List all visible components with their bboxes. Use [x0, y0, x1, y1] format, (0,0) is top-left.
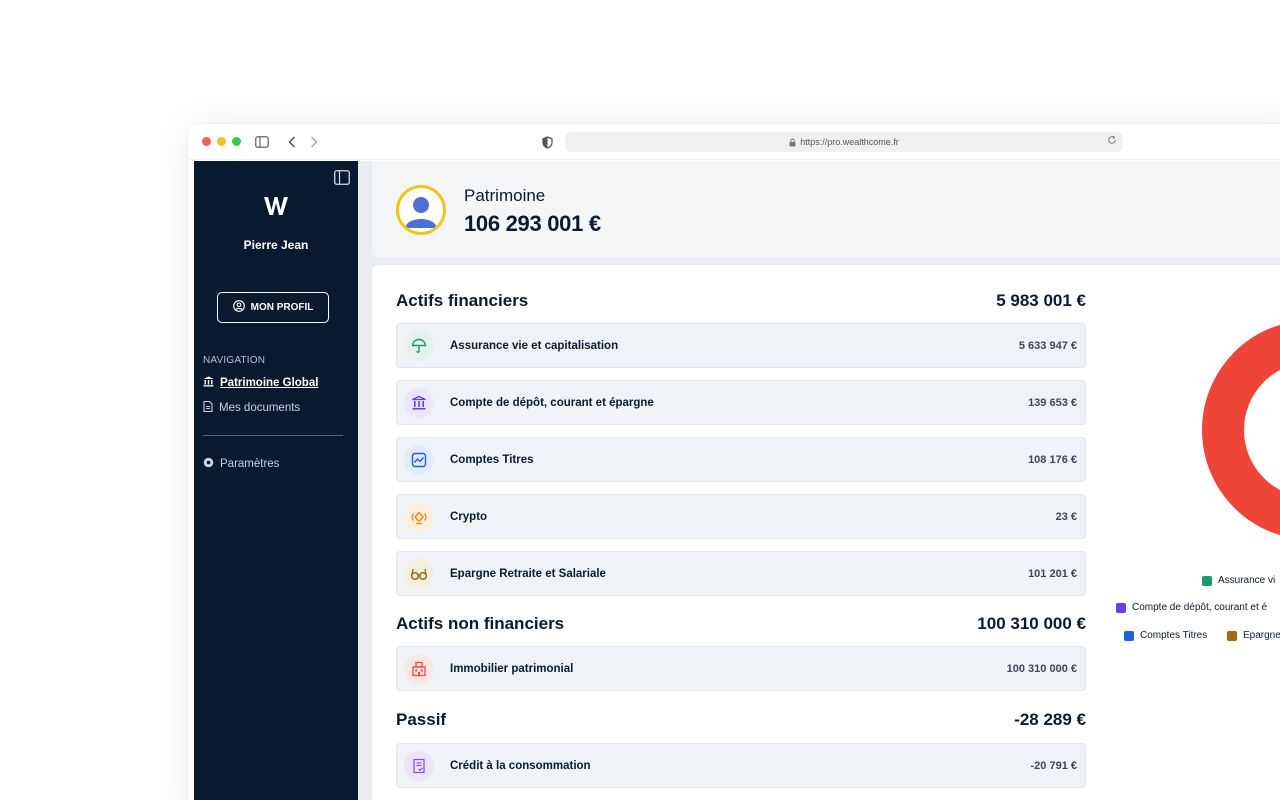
glasses-icon: [404, 558, 434, 589]
section-title: Actifs non financiers: [396, 614, 565, 633]
main-content: Patrimoine 106 293 001 € Actifs financie…: [358, 161, 1280, 800]
chart-icon: [404, 444, 434, 475]
row-label: Compte de dépôt, courant et épargne: [450, 396, 654, 409]
gear-icon: [203, 457, 214, 471]
browser-toolbar: https://pro.wealthcome.fr: [188, 124, 1280, 160]
patrimoine-header: Patrimoine 106 293 001 €: [372, 161, 1280, 257]
sidebar-item-label: Patrimoine Global: [220, 377, 319, 389]
url-text: https://pro.wealthcome.fr: [800, 137, 899, 147]
row-label: Assurance vie et capitalisation: [450, 339, 619, 352]
row-value: 100 310 000 €: [1006, 662, 1077, 675]
asset-row-epargne-retraite[interactable]: Epargne Retraite et Salariale 101 201 €: [396, 551, 1086, 596]
maximize-window-button[interactable]: [232, 137, 241, 146]
building-icon: [404, 653, 434, 684]
legend-label: Compte de dépôt, courant et é: [1132, 602, 1268, 613]
sidebar-toggle-icon[interactable]: [254, 134, 270, 150]
navigation-heading: NAVIGATION: [203, 355, 266, 366]
my-profile-button[interactable]: MON PROFIL: [217, 292, 329, 323]
legend-swatch: [1124, 630, 1134, 641]
row-label: Crypto: [450, 510, 488, 523]
section-total: -28 289 €: [1014, 710, 1086, 729]
section-title: Passif: [396, 710, 447, 729]
logo-w-icon: [264, 197, 288, 215]
lock-icon: [789, 138, 796, 147]
patrimoine-total: 106 293 001 €: [464, 211, 601, 236]
asset-row-immobilier[interactable]: Immobilier patrimonial 100 310 000 €: [396, 646, 1086, 691]
assets-card: Actifs financiers 5 983 001 € Assurance …: [372, 265, 1280, 800]
asset-row-assurance-vie[interactable]: Assurance vie et capitalisation 5 633 94…: [396, 323, 1086, 368]
sidebar-item-mes-documents[interactable]: Mes documents: [203, 400, 301, 415]
legend-item-titres: Comptes Titres: [1124, 630, 1207, 641]
section-header-financial: Actifs financiers 5 983 001 €: [396, 291, 1086, 311]
window-controls: [202, 137, 241, 146]
user-avatar-icon: [405, 197, 437, 228]
legend-item-compte: Compte de dépôt, courant et é: [1116, 602, 1267, 613]
bank-icon: [404, 387, 434, 418]
address-bar[interactable]: https://pro.wealthcome.fr: [565, 132, 1123, 152]
row-label: Crédit à la consommation: [450, 759, 591, 772]
section-title: Actifs financiers: [396, 291, 529, 310]
sidebar-item-patrimoine-global[interactable]: Patrimoine Global: [203, 376, 318, 390]
donut-slice-immobilier[interactable]: [1202, 324, 1280, 536]
crypto-icon: [404, 501, 434, 532]
row-value: 108 176 €: [1028, 453, 1077, 466]
row-label: Immobilier patrimonial: [450, 662, 574, 675]
row-value: 23 €: [1055, 510, 1077, 523]
collapse-sidebar-icon[interactable]: [334, 170, 350, 190]
asset-row-comptes-titres[interactable]: Comptes Titres 108 176 €: [396, 437, 1086, 482]
asset-row-crypto[interactable]: Crypto 23 €: [396, 494, 1086, 539]
forward-icon[interactable]: [306, 134, 322, 150]
sidebar: Pierre Jean MON PROFIL NAVIGATION Patrim…: [194, 161, 358, 800]
my-profile-label: MON PROFIL: [250, 302, 314, 313]
section-header-non-financial: Actifs non financiers 100 310 000 €: [396, 614, 1086, 634]
liability-row-credit-consommation[interactable]: Crédit à la consommation -20 791 €: [396, 743, 1086, 788]
back-icon[interactable]: [284, 134, 300, 150]
user-name: Pierre Jean: [243, 238, 309, 252]
row-label: Epargne Retraite et Salariale: [450, 567, 606, 580]
legend-item-epargne: Epargne: [1227, 630, 1280, 641]
close-window-button[interactable]: [202, 137, 211, 146]
wealthcome-logo: [194, 195, 358, 222]
credit-document-icon: [404, 750, 434, 781]
legend-swatch: [1227, 630, 1237, 641]
row-value: 139 653 €: [1028, 396, 1077, 409]
legend-label: Epargne: [1243, 630, 1280, 641]
bank-icon: [203, 376, 214, 390]
minimize-window-button[interactable]: [217, 137, 226, 146]
row-value: 101 201 €: [1028, 567, 1077, 580]
umbrella-icon: [404, 330, 434, 361]
row-value: -20 791 €: [1030, 759, 1077, 772]
sidebar-item-label: Mes documents: [219, 402, 301, 414]
row-value: 5 633 947 €: [1018, 339, 1077, 352]
document-icon: [203, 400, 213, 415]
legend-item-assurance: Assurance vi: [1202, 575, 1275, 586]
browser-window: https://pro.wealthcome.fr Pierre Jean MO…: [188, 124, 1280, 800]
asset-row-compte-depot[interactable]: Compte de dépôt, courant et épargne 139 …: [396, 380, 1086, 425]
reload-icon[interactable]: [1107, 135, 1117, 147]
page-title: Patrimoine: [464, 186, 546, 205]
legend-swatch: [1116, 602, 1126, 613]
sidebar-divider: [203, 435, 343, 436]
legend-label: Comptes Titres: [1140, 630, 1208, 641]
sidebar-item-parametres[interactable]: Paramètres: [203, 457, 279, 471]
sidebar-item-label: Paramètres: [220, 458, 280, 470]
section-total: 5 983 001 €: [996, 291, 1086, 310]
legend-label: Assurance vi: [1218, 575, 1276, 586]
section-total: 100 310 000 €: [977, 614, 1086, 633]
avatar: [396, 185, 446, 235]
section-header-liabilities: Passif -28 289 €: [396, 710, 1086, 730]
allocation-donut-chart: [1202, 324, 1280, 536]
user-circle-icon: [232, 300, 245, 315]
privacy-shield-icon[interactable]: [539, 134, 555, 150]
row-label: Comptes Titres: [450, 453, 534, 466]
legend-swatch: [1202, 575, 1212, 586]
